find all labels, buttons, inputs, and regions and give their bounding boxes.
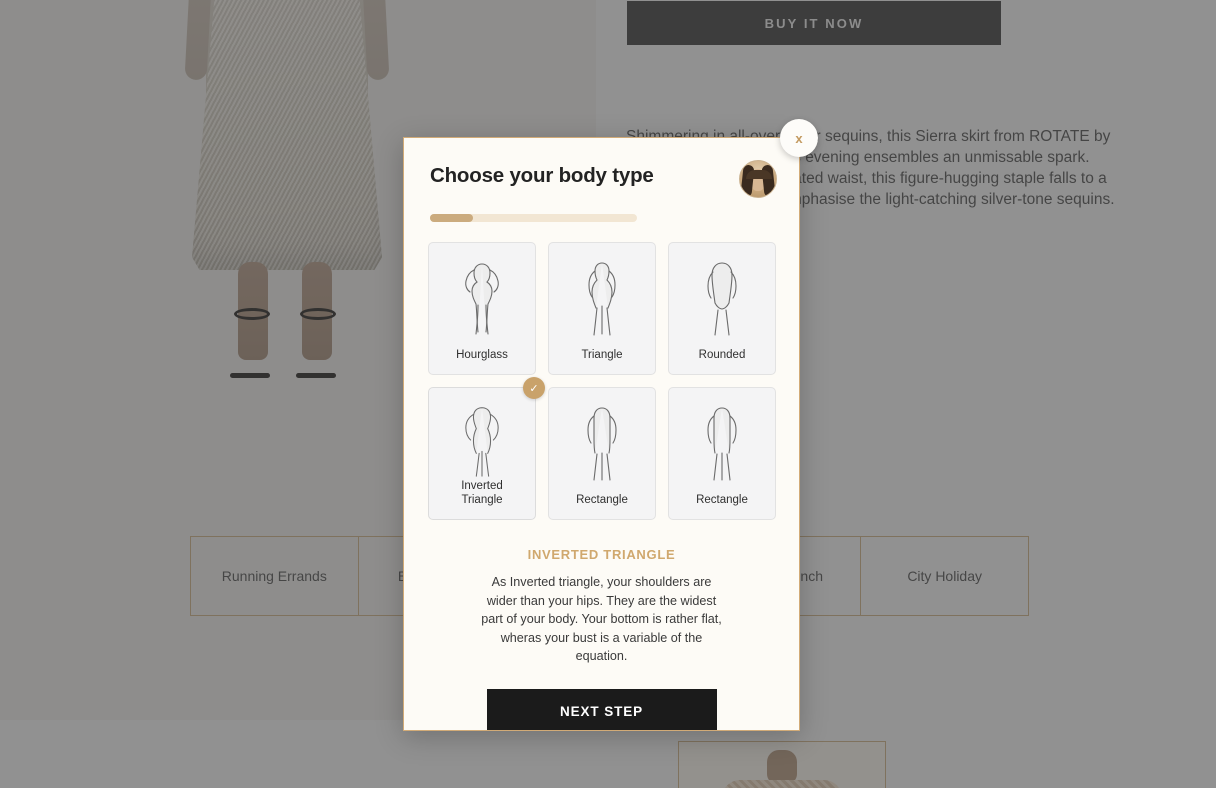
modal-header: Choose your body type bbox=[404, 138, 799, 210]
page-root: BUY IT NOW Shimmering in all-over silver… bbox=[0, 0, 1216, 788]
result-description: As Inverted triangle, your shoulders are… bbox=[481, 575, 722, 663]
body-type-card-triangle[interactable]: Triangle bbox=[548, 242, 656, 375]
result-title: INVERTED TRIANGLE bbox=[527, 547, 676, 562]
body-type-card-rectangle-2[interactable]: Rectangle bbox=[668, 387, 776, 520]
body-type-label: Inverted Triangle bbox=[461, 480, 503, 506]
rectangle-body-icon bbox=[707, 407, 737, 481]
progress-bar-track bbox=[430, 214, 637, 222]
inverted-triangle-body-icon bbox=[465, 407, 499, 477]
body-type-card-rounded[interactable]: Rounded bbox=[668, 242, 776, 375]
body-type-label: Rectangle bbox=[576, 494, 628, 506]
hourglass-body-icon bbox=[465, 263, 499, 335]
checkmark-icon: ✓ bbox=[523, 377, 545, 399]
body-type-card-rectangle-1[interactable]: Rectangle bbox=[548, 387, 656, 520]
avatar-hair-top bbox=[746, 170, 772, 179]
rectangle-body-icon bbox=[587, 407, 617, 481]
body-type-grid: Hourglass Triangle Rounded ✓ Inverted Tr… bbox=[428, 242, 776, 520]
body-type-label: Triangle bbox=[581, 349, 623, 361]
body-type-card-hourglass[interactable]: Hourglass bbox=[428, 242, 536, 375]
triangle-body-icon bbox=[588, 262, 616, 336]
body-type-label: Rectangle bbox=[696, 494, 748, 506]
progress-bar-fill bbox=[430, 214, 474, 222]
next-step-button[interactable]: NEXT STEP bbox=[486, 688, 717, 730]
page-title: Choose your body type bbox=[430, 164, 654, 187]
body-type-label: Rounded bbox=[698, 349, 746, 361]
rounded-body-icon bbox=[707, 262, 737, 336]
body-type-modal: Choose your body type Hourglass Triangle… bbox=[403, 137, 800, 731]
body-type-card-inverted-triangle[interactable]: ✓ Inverted Triangle bbox=[428, 377, 545, 520]
body-type-label: Hourglass bbox=[456, 349, 508, 361]
close-icon[interactable]: x bbox=[780, 119, 818, 157]
avatar[interactable] bbox=[739, 160, 777, 198]
